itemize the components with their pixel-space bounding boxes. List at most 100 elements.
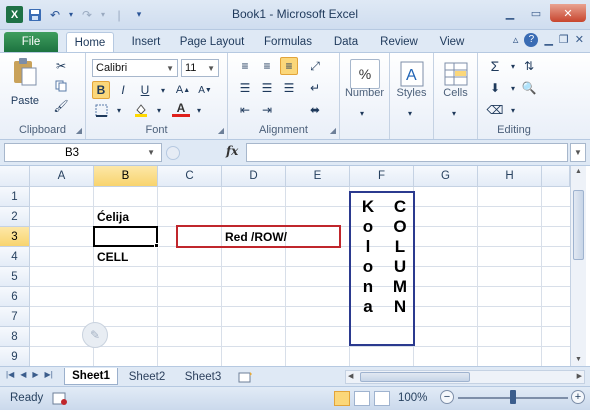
bold-button[interactable]: B [92,81,110,99]
increase-indent-icon[interactable]: ⇥ [258,101,276,119]
zoom-out-icon[interactable]: − [440,390,454,404]
prev-sheet-icon[interactable]: ◀ [20,370,26,379]
paste-button[interactable]: Paste [10,57,40,107]
underline-button[interactable]: U [136,81,154,99]
font-color-dropdown-icon[interactable]: ▾ [190,101,208,119]
row-header-6[interactable]: 6 [0,287,30,307]
minimize-ribbon-icon[interactable]: ▵ [513,33,519,47]
merge-center-icon[interactable]: ⬌ [306,101,324,119]
column-header-e[interactable]: E [286,166,350,187]
vertical-text-kolona[interactable]: K o l o n a [359,198,377,315]
borders-dropdown-icon[interactable]: ▾ [110,101,128,119]
font-color-icon[interactable]: A [172,101,190,117]
cut-icon[interactable]: ✂ [52,57,70,75]
next-sheet-icon[interactable]: ▶ [32,370,38,379]
workbook-restore-icon[interactable]: ❐ [559,33,569,47]
fill-handle[interactable] [154,243,159,248]
cell-b4[interactable]: CELL [97,250,128,264]
clear-dropdown-icon[interactable]: ▾ [504,101,522,119]
row-header-7[interactable]: 7 [0,307,30,327]
font-size-combo[interactable]: 11 ▼ [181,59,219,77]
normal-view-icon[interactable] [334,391,350,406]
column-header-d[interactable]: D [222,166,286,187]
grow-font-icon[interactable]: A ▲ [174,81,192,99]
zoom-level[interactable]: 100% [398,392,427,404]
styles-dropdown-icon[interactable]: ▾ [408,109,412,118]
sheet-tab-sheet1[interactable]: Sheet1 [64,368,118,385]
formula-bar-divider-handle[interactable] [166,146,180,160]
italic-button[interactable]: I [114,81,132,99]
row-header-8[interactable]: 8 [0,327,30,347]
help-icon[interactable]: ? [524,33,539,47]
selected-cell-b3[interactable] [93,226,158,247]
last-sheet-icon[interactable]: ▶| [45,370,53,379]
column-header-partial[interactable] [542,166,570,187]
page-break-view-icon[interactable] [374,391,390,406]
column-header-f[interactable]: F [350,166,414,187]
workbook-close-icon[interactable]: ✕ [575,33,584,47]
align-bottom-icon[interactable]: ≡ [280,57,298,75]
tab-page-layout[interactable]: Page Layout [174,32,250,52]
cell-d3[interactable]: Red /ROW/ [225,230,287,244]
format-painter-icon[interactable]: 🖌 [52,97,70,115]
page-layout-view-icon[interactable] [354,391,370,406]
column-header-a[interactable]: A [30,166,94,187]
tab-insert[interactable]: Insert [124,32,168,52]
align-left-icon[interactable]: ☰ [236,79,254,97]
align-middle-icon[interactable]: ≡ [258,57,276,75]
worksheet-grid[interactable]: A B C D E F G H 1 2 3 4 5 6 7 8 9 Ćelija… [0,166,590,368]
copy-icon[interactable] [52,77,70,95]
styles-button[interactable]: A [397,59,427,89]
borders-icon[interactable] [92,101,110,119]
cells-dropdown-icon[interactable]: ▾ [452,109,456,118]
cell-b2[interactable]: Ćelija [97,210,129,224]
workbook-minimize-icon[interactable]: ▁ [544,33,552,47]
maximize-icon[interactable]: ▭ [524,4,548,22]
scroll-up-icon[interactable]: ▲ [573,168,584,178]
tab-review[interactable]: Review [374,32,424,52]
sheet-tab-sheet2[interactable]: Sheet2 [122,368,172,385]
shrink-font-icon[interactable]: A ▼ [196,81,214,99]
number-format-button[interactable]: % [350,59,380,89]
align-center-icon[interactable]: ☰ [258,79,276,97]
find-select-icon[interactable]: 🔍 [520,79,538,97]
scroll-left-icon[interactable]: ◀ [348,372,353,380]
formula-input[interactable] [246,143,568,162]
font-name-combo[interactable]: Calibri ▼ [92,59,178,77]
row-header-1[interactable]: 1 [0,187,30,207]
row-header-5[interactable]: 5 [0,267,30,287]
wrap-text-icon[interactable]: ↵ [306,79,324,97]
column-header-g[interactable]: G [414,166,478,187]
horizontal-scrollbar[interactable]: ◀ ▶ [345,370,585,384]
column-header-h[interactable]: H [478,166,542,187]
scroll-thumb[interactable] [573,190,584,260]
alignment-launcher-icon[interactable]: ◢ [330,126,336,135]
clipboard-launcher-icon[interactable]: ◢ [76,126,82,135]
column-header-b[interactable]: B [94,166,158,187]
align-right-icon[interactable]: ☰ [280,79,298,97]
underline-dropdown-icon[interactable]: ▾ [154,81,172,99]
zoom-slider-thumb[interactable] [510,390,516,404]
expand-formula-bar-icon[interactable]: ▼ [570,143,586,162]
scroll-down-icon[interactable]: ▼ [573,356,584,366]
fill-icon[interactable]: ⬇ [486,79,504,97]
macro-record-icon[interactable] [52,392,68,406]
insert-function-icon[interactable]: fx [226,144,238,158]
tab-view[interactable]: View [432,32,472,52]
orientation-icon[interactable]: ⤢ [306,57,324,75]
tab-data[interactable]: Data [326,32,366,52]
select-all-corner[interactable] [0,166,30,187]
row-header-4[interactable]: 4 [0,247,30,267]
tab-file[interactable]: File [4,32,58,52]
row-header-2[interactable]: 2 [0,207,30,227]
row-header-3[interactable]: 3 [0,227,30,247]
font-launcher-icon[interactable]: ◢ [218,126,224,135]
scroll-right-icon[interactable]: ▶ [577,372,582,380]
fill-color-icon[interactable] [132,101,150,119]
vertical-text-column[interactable]: C O L U M N [390,198,410,315]
autosum-icon[interactable]: Σ [486,57,504,75]
vertical-scrollbar[interactable]: ▲ ▼ [570,166,586,368]
fill-color-dropdown-icon[interactable]: ▾ [150,101,168,119]
sheet-tab-sheet3[interactable]: Sheet3 [178,368,228,385]
row-header-9[interactable]: 9 [0,347,30,367]
